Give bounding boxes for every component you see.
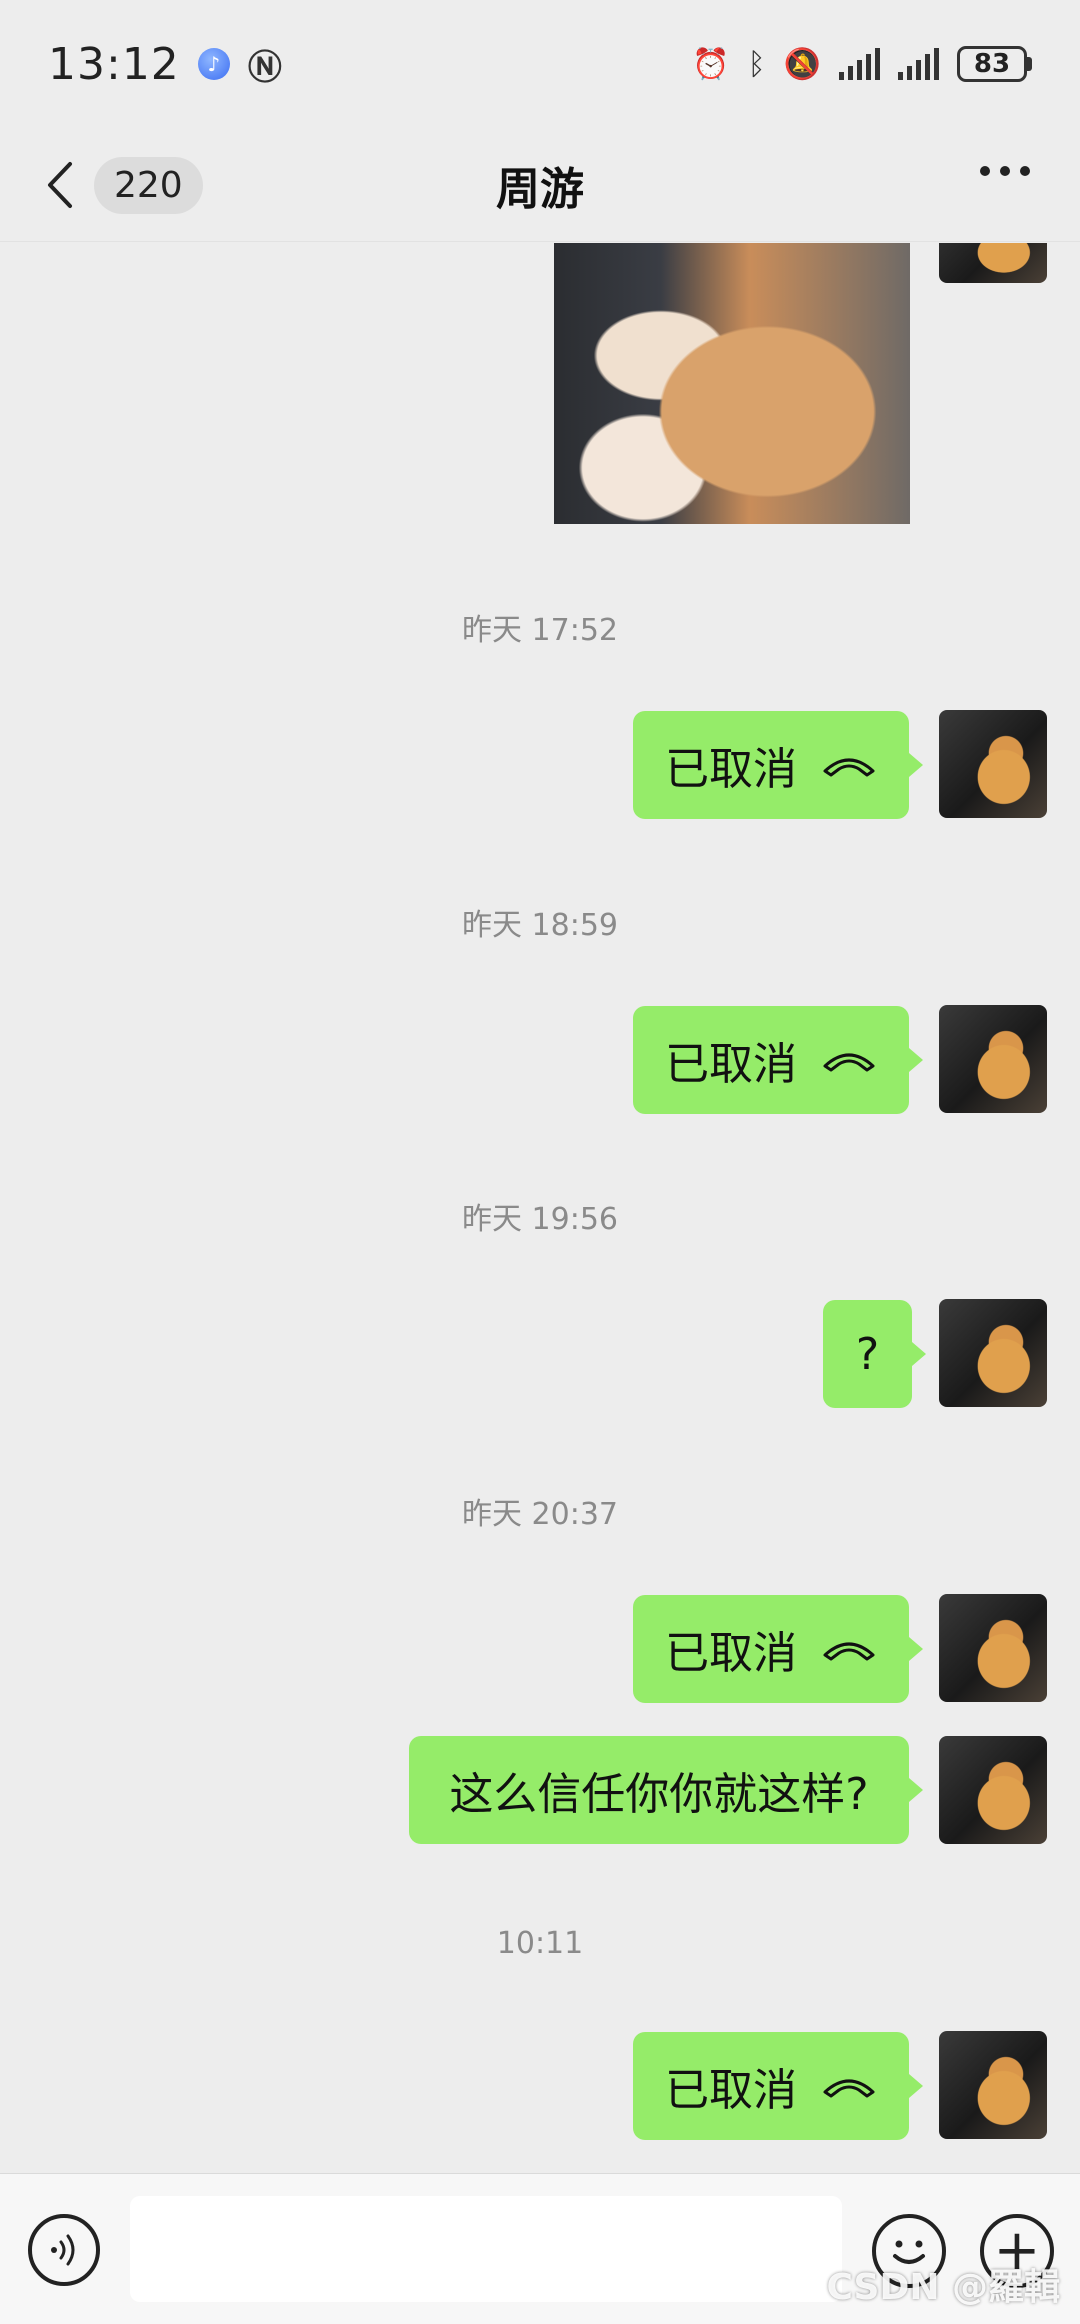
more-dot-icon: [1020, 166, 1030, 176]
call-message[interactable]: 已取消: [633, 1006, 923, 1114]
status-bar: 13:12 ♪ Ⓝ ⏰ ᛒ 🔕 83: [0, 0, 1080, 128]
message-timestamp: 昨天 18:59: [462, 908, 618, 943]
battery-icon: 83: [957, 46, 1032, 82]
avatar[interactable]: [939, 2031, 1047, 2139]
unread-count-badge: 220: [94, 156, 203, 214]
status-right: ⏰ ᛒ 🔕 83: [692, 46, 1032, 82]
text-message[interactable]: ?: [823, 1300, 926, 1408]
phone-hangup-icon: [823, 758, 875, 777]
avatar[interactable]: [939, 1299, 1047, 1407]
more-dot-icon: [980, 166, 990, 176]
avatar[interactable]: [939, 1594, 1047, 1702]
call-status-label: 已取消: [665, 1039, 797, 1090]
message-timestamp: 昨天 19:56: [462, 1202, 618, 1237]
avatar[interactable]: [939, 710, 1047, 818]
message-timestamp: 昨天 17:52: [462, 613, 618, 648]
avatar[interactable]: [939, 243, 1047, 283]
message-input[interactable]: [130, 2196, 842, 2302]
phone-hangup-icon: [823, 1053, 875, 1072]
chat-title: 周游: [496, 163, 584, 215]
more-dot-icon: [1000, 166, 1010, 176]
more-options-button[interactable]: [980, 166, 1030, 176]
avatar[interactable]: [939, 1005, 1047, 1113]
status-left: 13:12 ♪ Ⓝ: [48, 39, 282, 90]
call-message[interactable]: 已取消: [633, 711, 923, 819]
nfc-icon: Ⓝ: [247, 47, 282, 88]
chat-header: 220 周游: [0, 128, 1080, 242]
phone-hangup-icon: [823, 1642, 875, 1661]
phone-hangup-icon: [823, 2079, 875, 2098]
watermark: CSDN @羅輯: [826, 2267, 1060, 2308]
signal-2-icon: [898, 48, 939, 80]
voice-icon: [51, 2234, 75, 2266]
text-message[interactable]: 这么信任你你就这样?: [409, 1736, 923, 1844]
input-bar: + CSDN @羅輯: [0, 2173, 1080, 2324]
bluetooth-icon: ᛒ: [747, 46, 766, 82]
alarm-icon: ⏰: [692, 46, 730, 82]
signal-icon: [839, 48, 880, 80]
message-text: 这么信任你你就这样?: [449, 1769, 869, 1820]
voice-input-button[interactable]: [28, 2214, 100, 2286]
image-message[interactable]: [554, 243, 910, 524]
call-message[interactable]: 已取消: [633, 1595, 923, 1703]
chevron-left-icon: [48, 162, 72, 208]
call-status-label: 已取消: [665, 2065, 797, 2116]
call-status-label: 已取消: [665, 744, 797, 795]
message-timestamp: 昨天 20:37: [462, 1497, 618, 1532]
chat-messages[interactable]: 昨天 17:52 已取消 昨天 18:59 已取消 昨天 19:56 ? 昨天 …: [0, 243, 1080, 2173]
avatar[interactable]: [939, 1736, 1047, 1844]
message-text: ?: [855, 1328, 880, 1380]
call-message[interactable]: 已取消: [633, 2032, 923, 2140]
music-icon: ♪: [197, 48, 230, 80]
call-status-label: 已取消: [665, 1628, 797, 1679]
battery-level: 83: [957, 46, 1027, 82]
back-button[interactable]: 220: [40, 150, 203, 220]
message-timestamp: 10:11: [496, 1926, 584, 1961]
mute-icon: 🔕: [783, 46, 821, 82]
status-time: 13:12: [48, 38, 180, 90]
